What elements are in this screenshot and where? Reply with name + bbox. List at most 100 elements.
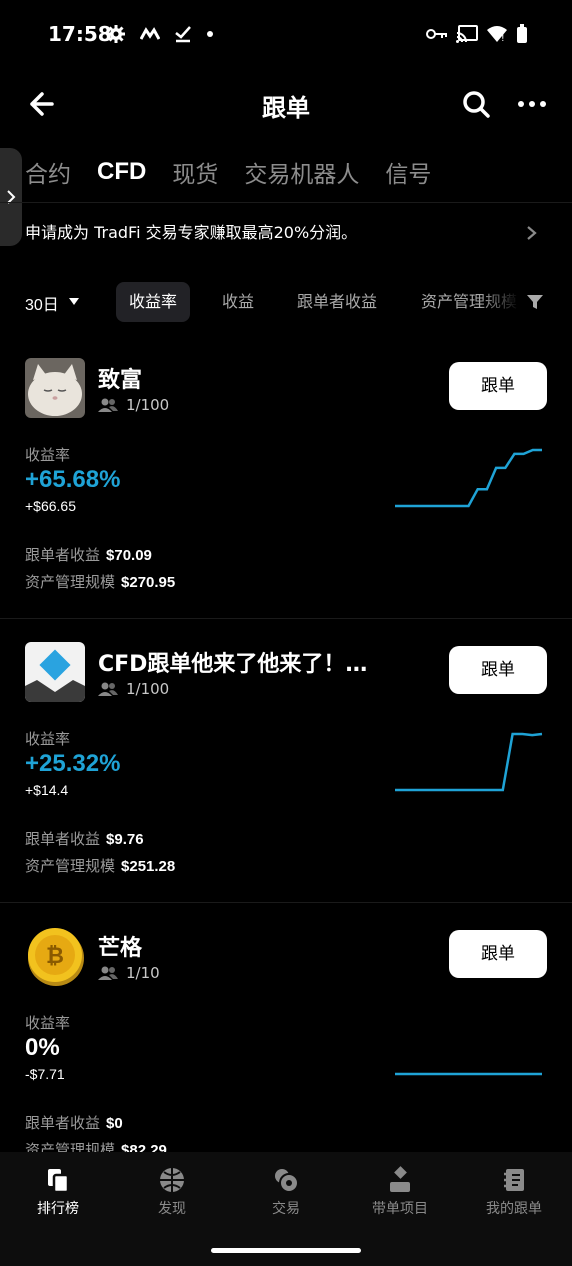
- more-options-icon[interactable]: [516, 90, 548, 118]
- wifi-icon: !: [487, 26, 507, 43]
- nav-label: 带单项目: [372, 1201, 428, 1217]
- nav-lead-projects[interactable]: 带单项目: [350, 1166, 450, 1218]
- nav-label: 交易: [272, 1201, 300, 1217]
- users-icon: [98, 682, 118, 696]
- roi-value: +65.68%: [25, 466, 121, 493]
- divider: [0, 618, 572, 619]
- search-icon[interactable]: [460, 88, 492, 120]
- roi-label: 收益率: [25, 1014, 71, 1032]
- nav-my-copy-trades[interactable]: 我的跟单: [464, 1166, 564, 1218]
- status-bar: 17:58 !: [0, 0, 572, 72]
- follower-pnl-label: 跟单者收益: [25, 830, 101, 848]
- tab-trading-bots[interactable]: 交易机器人: [244, 155, 359, 189]
- nav-label: 排行榜: [37, 1201, 79, 1217]
- tab-cfd[interactable]: CFD: [97, 158, 146, 186]
- pnl-value: +$14.4: [25, 782, 69, 798]
- trader-name: 致富: [98, 368, 143, 393]
- users-icon: [98, 398, 118, 412]
- discover-icon: [160, 1168, 184, 1192]
- divider: [0, 202, 572, 203]
- app-notification-icon: [140, 27, 160, 40]
- copy-trade-button[interactable]: 跟单: [449, 362, 547, 410]
- follower-pnl-row: 跟单者收益 $9.76: [25, 828, 144, 849]
- avatar: [25, 642, 85, 702]
- follower-pnl-row: 跟单者收益 $0: [25, 1112, 123, 1133]
- sparkline-path: [395, 448, 542, 508]
- follower-count: 1/10: [98, 964, 160, 982]
- avatar: ₿: [25, 926, 85, 986]
- roi-value: +25.32%: [25, 750, 121, 777]
- side-drawer-handle[interactable]: [0, 148, 22, 246]
- tab-spot[interactable]: 现货: [172, 155, 218, 189]
- trader-card[interactable]: 致富 1/100 跟单 收益率 +65.68% +$66.65 跟单者收益 $70…: [0, 346, 572, 630]
- nav-label: 发现: [158, 1201, 186, 1217]
- download-done-icon: [175, 26, 191, 43]
- fade-overlay: [479, 282, 519, 322]
- roi-sparkline: [395, 1072, 542, 1076]
- promo-banner[interactable]: 申请成为 TradFi 交易专家赚取最高20%分润。: [25, 218, 547, 248]
- cast-icon: [456, 25, 478, 43]
- aum-label: 资产管理规模: [25, 573, 116, 591]
- follower-pnl-value: $0: [106, 1115, 123, 1132]
- sort-chip-pnl[interactable]: 收益: [209, 282, 267, 322]
- leaderboard-icon: [48, 1169, 70, 1194]
- aum-label: 资产管理规模: [25, 857, 116, 875]
- status-right-icons: !: [426, 24, 528, 44]
- follower-pnl-value: $70.09: [106, 547, 152, 564]
- dot-icon: [207, 31, 213, 37]
- lead-project-icon: [390, 1166, 410, 1192]
- sort-chip-follower-pnl[interactable]: 跟单者收益: [284, 282, 390, 322]
- trader-name: 芒格: [98, 936, 143, 961]
- follower-pnl-row: 跟单者收益 $70.09: [25, 544, 152, 565]
- follower-count: 1/100: [98, 396, 169, 414]
- tab-signals[interactable]: 信号: [385, 155, 431, 189]
- follower-count-value: 1/100: [126, 396, 170, 414]
- nav-label: 我的跟单: [486, 1201, 542, 1217]
- period-selector[interactable]: 30日: [25, 291, 59, 315]
- aum-value: $270.95: [121, 574, 176, 591]
- status-left-icons: [106, 24, 214, 44]
- trade-icon: [275, 1169, 299, 1193]
- roi-sparkline: [395, 448, 542, 508]
- copy-trade-button[interactable]: 跟单: [449, 646, 547, 694]
- svg-text:₿: ₿: [46, 944, 64, 969]
- tab-futures[interactable]: 合约: [25, 155, 71, 189]
- aum-row: 资产管理规模 $270.95: [25, 571, 175, 592]
- follower-pnl-label: 跟单者收益: [25, 546, 101, 564]
- svg-text:!: !: [501, 34, 505, 43]
- banner-text: 申请成为 TradFi 交易专家赚取最高20%分润。: [25, 223, 358, 242]
- filter-icon[interactable]: [527, 294, 543, 310]
- roi-sparkline: [395, 732, 543, 792]
- chevron-right-icon: [7, 190, 16, 204]
- nav-discover[interactable]: 发现: [122, 1166, 222, 1218]
- trader-name: CFD跟单他来了他来了！…: [98, 652, 368, 677]
- settings-icon: [107, 25, 125, 43]
- copy-trade-button[interactable]: 跟单: [449, 930, 547, 978]
- nav-leaderboard[interactable]: 排行榜: [8, 1166, 108, 1218]
- avatar: [25, 358, 85, 418]
- home-indicator[interactable]: [211, 1248, 361, 1253]
- chevron-right-icon: [527, 226, 537, 240]
- battery-icon: [517, 24, 527, 43]
- sparkline-path: [395, 732, 543, 792]
- aum-row: 资产管理规模 $251.28: [25, 855, 175, 876]
- users-icon: [98, 966, 118, 980]
- roi-label: 收益率: [25, 730, 71, 748]
- pnl-value: +$66.65: [25, 498, 76, 514]
- follower-pnl-label: 跟单者收益: [25, 1114, 101, 1132]
- follower-count-value: 1/100: [126, 680, 170, 698]
- trader-card[interactable]: CFD跟单他来了他来了！… 1/100 跟单 收益率 +25.32% +$14.…: [0, 630, 572, 914]
- pnl-value: -$7.71: [25, 1066, 65, 1082]
- divider: [0, 902, 572, 903]
- aum-value: $251.28: [121, 858, 176, 875]
- my-copy-icon: [504, 1169, 524, 1191]
- roi-value: 0%: [25, 1034, 60, 1061]
- roi-label: 收益率: [25, 446, 71, 464]
- sort-filters: 30日 收益率 收益 跟单者收益 资产管理规模: [25, 282, 547, 322]
- follower-count: 1/100: [98, 680, 169, 698]
- follower-count-value: 1/10: [126, 964, 160, 982]
- nav-trade[interactable]: 交易: [236, 1166, 336, 1218]
- sort-chip-roi[interactable]: 收益率: [116, 282, 191, 322]
- category-tabs: 合约 CFD 现货 交易机器人 信号: [25, 152, 431, 192]
- top-bar: 跟单: [0, 78, 572, 130]
